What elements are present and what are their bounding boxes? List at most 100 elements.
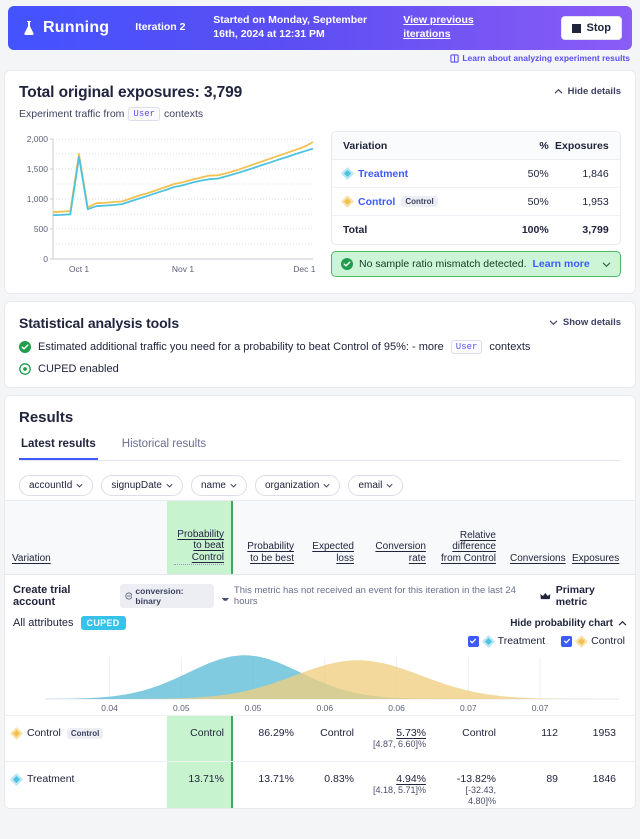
crown-icon	[540, 592, 551, 599]
legend-item-treatment[interactable]: Treatment	[467, 634, 545, 648]
column-header-exposures[interactable]: Exposures	[565, 553, 623, 574]
tab-historical-results[interactable]: Historical results	[120, 438, 208, 460]
tab-latest-results[interactable]: Latest results	[19, 438, 98, 460]
chevron-down-icon	[324, 483, 330, 488]
column-header-conversions[interactable]: Conversions	[503, 553, 566, 574]
chevron-down-icon	[549, 320, 558, 326]
svg-text:0.07: 0.07	[532, 703, 549, 713]
cell-value: 89	[546, 773, 558, 785]
cell-value: 112	[541, 727, 558, 739]
all-attributes-label: All attributes	[13, 617, 74, 629]
header-variation: Variation	[343, 139, 388, 152]
svg-text:1,000: 1,000	[27, 194, 49, 204]
column-label: Probability to be best	[247, 541, 294, 565]
svg-text:0: 0	[43, 254, 48, 264]
column-header-expected-loss[interactable]: Expected loss	[301, 541, 361, 574]
control-diamond-icon	[10, 726, 23, 740]
estimated-traffic-line: Estimated additional traffic you need fo…	[19, 340, 621, 354]
show-details-label: Show details	[562, 317, 621, 328]
cell-value: 13.71%	[258, 773, 294, 785]
primary-metric-label: Primary metric	[555, 584, 595, 608]
probability-chart-legend: Treatment Control	[5, 630, 635, 648]
table-row: Treatment 50% 1,846	[332, 160, 620, 188]
column-header-variation: Variation	[5, 553, 167, 574]
column-label: Conversions	[510, 553, 566, 565]
stop-button[interactable]: Stop	[560, 16, 622, 40]
cuped-enabled-text: CUPED enabled	[38, 363, 119, 375]
treatment-checkbox[interactable]	[467, 635, 479, 647]
table-row: Control Control 50% 1,953	[332, 188, 620, 216]
cell-conversion-rate: 5.73% [4.87, 6.60]%	[361, 727, 433, 750]
iteration-label: Iteration 2	[135, 21, 186, 34]
chevron-down-icon	[76, 483, 83, 488]
show-details-toggle[interactable]: Show details	[549, 315, 621, 328]
variation-link-control[interactable]: Control	[358, 196, 395, 208]
cell-value: 5.73%	[396, 727, 426, 739]
table-row: Treatment 13.71% 13.71% 0.83% 4.94% [4.1…	[5, 761, 635, 808]
target-icon	[19, 363, 31, 375]
cell-confidence-interval: [4.18, 5.71]%	[372, 785, 426, 795]
cuped-badge: CUPED	[80, 616, 126, 630]
hide-probability-chart-toggle[interactable]: Hide probability chart	[510, 618, 627, 629]
variation-link-treatment[interactable]: Treatment	[358, 168, 408, 180]
cuped-enabled-line: CUPED enabled	[19, 363, 621, 375]
learn-about-results-link[interactable]: Learn about analyzing experiment results	[0, 53, 630, 63]
chevron-down-icon	[230, 483, 237, 488]
chip-signupdate[interactable]: signupDate	[101, 475, 183, 496]
header-percent: %	[539, 139, 549, 152]
chip-accountid[interactable]: accountId	[19, 475, 94, 496]
exposures-subtitle-prefix: Experiment traffic from	[19, 108, 125, 120]
exposures-subtitle-suffix: contexts	[164, 108, 204, 120]
cell-exposures: 1846	[565, 773, 623, 785]
status-badge: Running	[22, 19, 109, 37]
exposures-line-chart: 0 500 1,000 1,500 2,000 Oct 1 Nov 1 Dec 1	[19, 131, 319, 281]
flask-icon	[24, 21, 34, 35]
row-variation-name: Treatment	[27, 773, 75, 785]
hide-details-toggle[interactable]: Hide details	[554, 84, 621, 97]
column-header-probability-to-be-best[interactable]: Probability to be best	[233, 541, 301, 574]
experiment-status-banner: Running Iteration 2 Started on Monday, S…	[8, 6, 632, 50]
column-header-conversion-rate[interactable]: Conversion rate	[361, 541, 433, 574]
cell-exposures: 1953	[565, 727, 623, 739]
view-previous-iterations-link[interactable]: View previous iterations	[403, 14, 477, 41]
column-label: Variation	[12, 553, 51, 565]
learn-link-label: Learn about analyzing experiment results	[462, 53, 630, 63]
table-row-total: Total 100% 3,799	[332, 216, 620, 244]
legend-item-control[interactable]: Control	[561, 634, 625, 648]
chevron-down-icon[interactable]	[602, 260, 611, 269]
attribute-filter-chips: accountId signupDate name organization e…	[19, 461, 621, 500]
column-header-probability-to-beat-control[interactable]: Probability to beat Control	[167, 501, 233, 574]
cell-value: -13.82%	[456, 773, 496, 785]
control-checkbox[interactable]	[561, 635, 573, 647]
control-exposures: 1,953	[582, 195, 609, 208]
chip-email[interactable]: email	[348, 475, 404, 496]
control-tag: Control	[66, 727, 104, 739]
column-label: Exposures	[572, 553, 620, 565]
svg-text:Oct 1: Oct 1	[69, 264, 90, 274]
column-label: Probability to beat Control	[174, 529, 224, 565]
treatment-exposures: 1,846	[582, 167, 609, 180]
svg-text:0.05: 0.05	[173, 703, 190, 713]
chip-label: signupDate	[111, 480, 162, 491]
column-header-relative-difference[interactable]: Relative difference from Control	[433, 530, 503, 574]
cell-confidence-interval: [-32.43, 4.80]%	[465, 785, 496, 807]
variation-table: Variation % Exposures Treatment 50% 1,84…	[331, 131, 621, 245]
control-percent: 50%	[527, 195, 549, 208]
chip-organization[interactable]: organization	[254, 475, 341, 496]
chip-label: name	[200, 480, 226, 491]
cell-probability-to-be-best: 13.71%	[233, 773, 301, 785]
results-table-header: Variation Probability to beat Control Pr…	[5, 501, 635, 575]
variation-table-header: Variation % Exposures	[332, 132, 620, 160]
cell-relative-difference: -13.82% [-32.43, 4.80]%	[433, 773, 503, 808]
srm-learn-more-link[interactable]: Learn more	[533, 258, 590, 270]
table-row: Control Control Control 86.29% Control 5…	[5, 715, 635, 761]
hide-chart-label: Hide probability chart	[510, 617, 613, 629]
column-label: Relative difference from Control	[440, 529, 496, 565]
cell-value: Control	[190, 727, 224, 739]
cell-value: Control	[320, 727, 354, 739]
cell-value: 0.83%	[324, 773, 354, 785]
estimated-traffic-suffix: contexts	[489, 341, 531, 353]
chip-name[interactable]: name	[190, 475, 247, 496]
metric-warning: This metric has not received an event fo…	[221, 585, 533, 607]
primary-metric-badge: Primary metric	[540, 584, 627, 608]
